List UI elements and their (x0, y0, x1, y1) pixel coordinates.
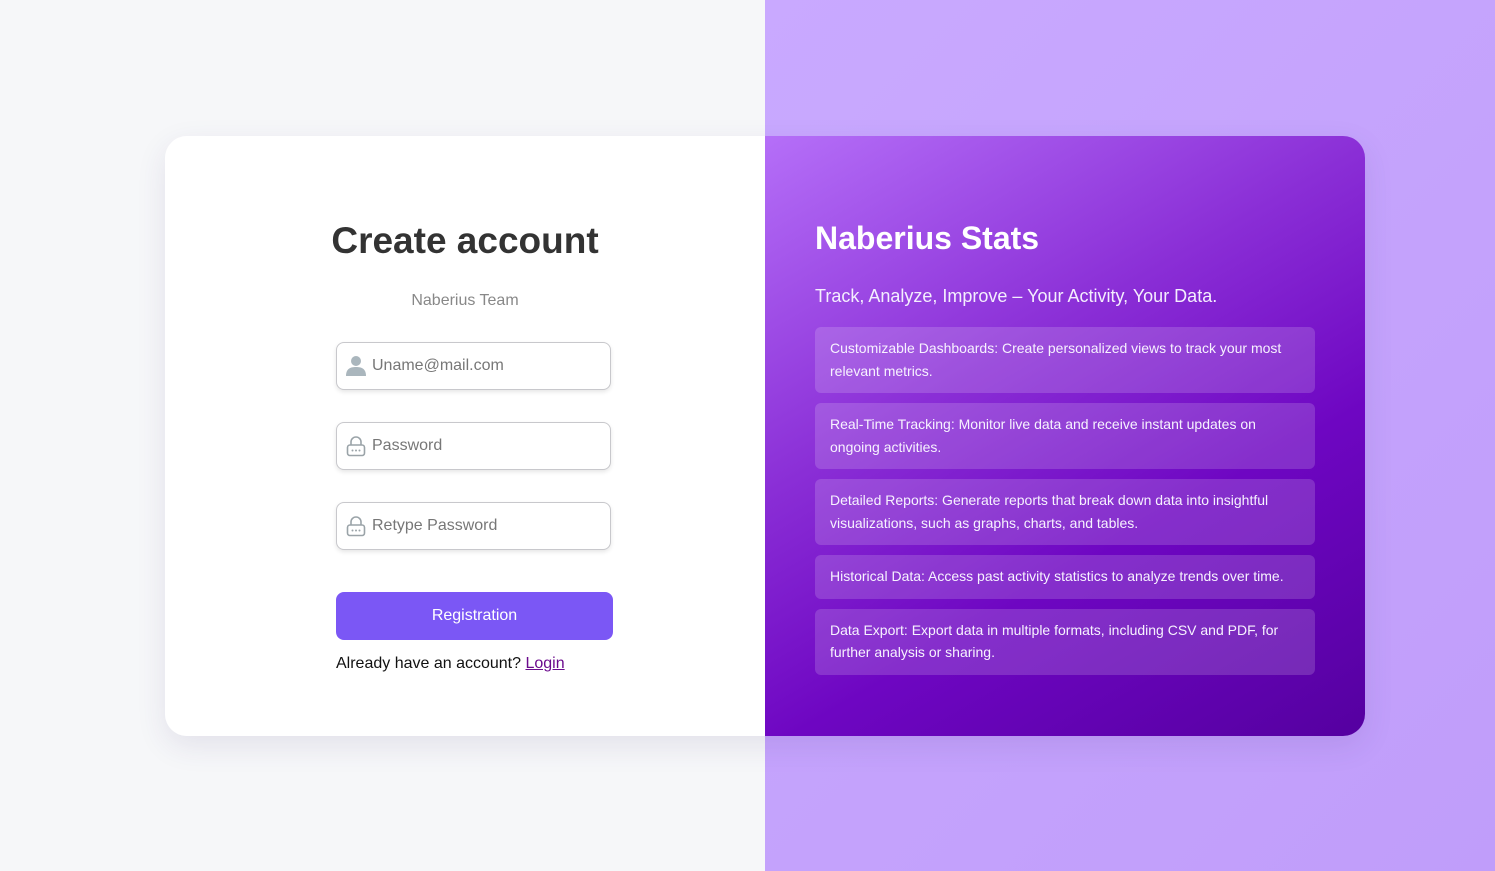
tagline: Track, Analyze, Improve – Your Activity,… (815, 286, 1218, 306)
registration-button[interactable]: Registration (336, 592, 613, 640)
retype-password-field[interactable] (336, 502, 611, 550)
lock-icon (346, 435, 366, 457)
feature-item: Customizable Dashboards: Create personal… (815, 327, 1315, 393)
registration-panel: Create account Naberius Team Uname@mail.… (165, 136, 765, 736)
user-icon (346, 355, 366, 377)
login-prompt-line: Already have an account? Login (336, 655, 565, 673)
password-input[interactable] (372, 437, 592, 455)
brand-title: Naberius Stats (815, 220, 1040, 256)
email-field[interactable] (336, 342, 611, 390)
login-prompt-text: Already have an account? (336, 655, 522, 672)
login-link[interactable]: Login (525, 655, 564, 672)
password-field[interactable] (336, 422, 611, 470)
lock-icon (346, 515, 366, 537)
promo-panel: Naberius Stats Track, Analyze, Improve –… (765, 136, 1365, 736)
feature-item: Detailed Reports: Generate reports that … (815, 479, 1315, 545)
page-title: Create account (331, 220, 599, 261)
feature-item: Historical Data: Access past activity st… (815, 555, 1315, 599)
email-input[interactable] (372, 357, 592, 375)
feature-item: Real-Time Tracking: Monitor live data an… (815, 403, 1315, 469)
feature-list: Customizable Dashboards: Create personal… (815, 327, 1315, 685)
team-subtitle: Naberius Team (411, 292, 519, 309)
auth-card: Create account Naberius Team Uname@mail.… (165, 136, 1365, 736)
retype-password-input[interactable] (372, 517, 592, 535)
feature-item: Data Export: Export data in multiple for… (815, 608, 1315, 675)
